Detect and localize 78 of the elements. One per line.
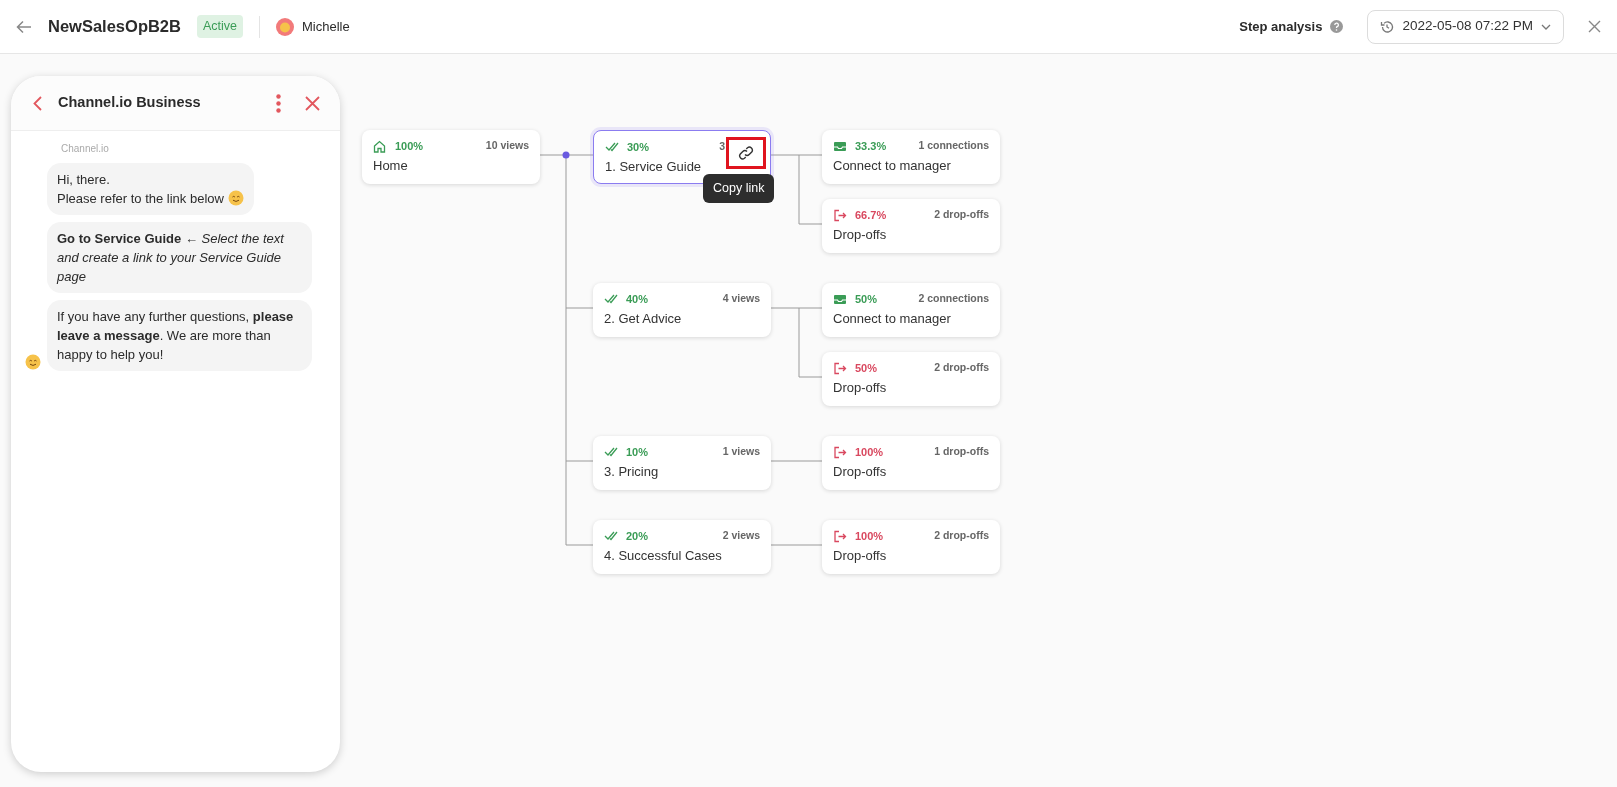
percentage: 10%: [626, 445, 649, 460]
percentage: 20%: [626, 529, 649, 544]
step-label: 3. Pricing: [604, 462, 660, 481]
history-icon: [1380, 19, 1395, 34]
close-button[interactable]: [305, 95, 320, 111]
step-label: Drop-offs: [833, 462, 888, 481]
step-label: 4. Successful Cases: [604, 546, 723, 565]
exit-icon: [833, 361, 847, 375]
junction-dot: [562, 151, 570, 159]
more-button[interactable]: [276, 93, 281, 113]
exit-icon: [833, 529, 847, 543]
percentage: 100%: [855, 445, 884, 460]
step-label: 1. Service Guide: [605, 157, 703, 176]
step-label: Home: [373, 156, 409, 175]
step-card[interactable]: 30% 3 1. Service Guide: [593, 130, 771, 184]
date-dropdown[interactable]: 2022-05-08 07:22 PM: [1367, 9, 1564, 44]
home-icon: [373, 139, 387, 153]
count-label: 2 drop-offs: [934, 528, 989, 544]
count-label: 2 connections: [918, 291, 989, 307]
connector-line: [770, 460, 823, 462]
chevron-down-icon: [1541, 23, 1551, 30]
step-card[interactable]: 20% 2 views 4. Successful Cases: [593, 520, 771, 574]
count-label: 2 views: [722, 528, 760, 544]
chat-title: Channel.io Business: [58, 93, 202, 113]
more-icon: [276, 93, 281, 113]
copy-link-button[interactable]: [726, 137, 766, 169]
double-check-icon: [604, 292, 618, 306]
percentage: 100%: [395, 139, 424, 154]
link-icon: [738, 145, 754, 161]
count-label: 1 views: [722, 444, 760, 460]
double-check-icon: [605, 140, 619, 154]
percentage: 30%: [627, 140, 650, 155]
avatar-icon: [276, 17, 294, 36]
inbox-icon: [833, 139, 847, 153]
percentage: 40%: [626, 292, 649, 307]
analysis-label: Step analysis: [1239, 17, 1323, 36]
count-label: 2 drop-offs: [934, 360, 989, 376]
exit-icon: [833, 208, 847, 222]
step-card[interactable]: 10% 1 views 3. Pricing: [593, 436, 771, 490]
back-button[interactable]: [33, 95, 42, 111]
count-label: 1 drop-offs: [934, 444, 989, 460]
close-icon: [1588, 20, 1601, 33]
message-text: If you have any further questions, please leave a message. We are more than happy to help you!: [57, 309, 294, 362]
step-card[interactable]: 40% 4 views 2. Get Advice: [593, 283, 771, 337]
message-text: Hi, there. Please refer to the link below: [57, 172, 224, 206]
chevron-left-icon: [33, 95, 42, 111]
step-label: Drop-offs: [833, 546, 888, 565]
count-label: 1 connections: [918, 138, 989, 154]
exit-icon: [833, 445, 847, 459]
close-button[interactable]: [1588, 20, 1601, 33]
message-text: Go to Service Guide ← Select the text and create a link to your Service Guide page: [57, 231, 284, 284]
status-badge: Active: [196, 15, 243, 38]
count-label: 3: [719, 139, 725, 155]
double-check-icon: [604, 445, 618, 459]
help-icon[interactable]: [1330, 20, 1344, 33]
step-label: Drop-offs: [833, 225, 888, 244]
sender-name: Channel.io: [61, 142, 110, 156]
step-label: Drop-offs: [833, 378, 888, 397]
step-label: Connect to manager: [833, 309, 952, 328]
user-name: Michelle: [302, 17, 350, 36]
percentage: 33.3%: [855, 139, 887, 154]
inbox-icon: [833, 292, 847, 306]
back-icon: [16, 19, 32, 34]
step-label: 2. Get Advice: [604, 309, 683, 328]
close-icon: [305, 95, 320, 111]
count-label: 4 views: [722, 291, 760, 307]
step-label: Connect to manager: [833, 156, 952, 175]
percentage: 50%: [855, 361, 878, 376]
count-label: 10 views: [485, 138, 529, 154]
tooltip: Copy link: [703, 174, 775, 203]
double-check-icon: [604, 529, 618, 543]
percentage: 100%: [855, 529, 884, 544]
flow-title: NewSalesOpB2B: [48, 16, 181, 38]
percentage: 50%: [855, 292, 878, 307]
connector-line: [770, 544, 823, 546]
back-button[interactable]: [16, 19, 32, 34]
percentage: 66.7%: [855, 208, 887, 223]
count-label: 2 drop-offs: [934, 207, 989, 223]
